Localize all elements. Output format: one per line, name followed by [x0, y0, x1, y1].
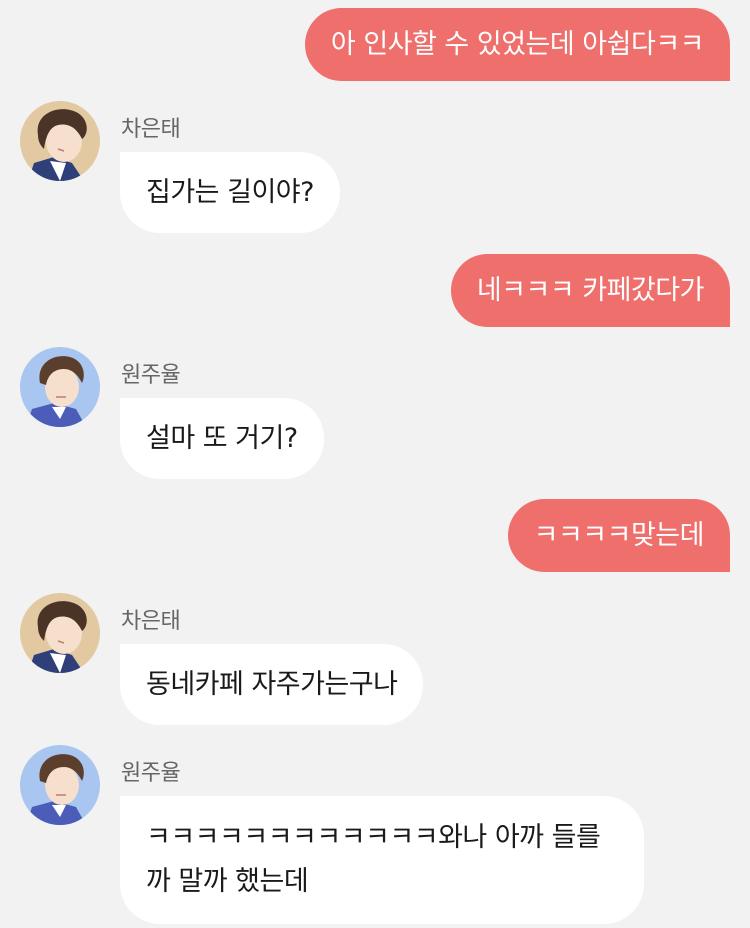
avatar-cha-euntae[interactable]: [20, 593, 100, 673]
sender-name: 차은태: [121, 117, 181, 142]
avatar-won-juyul[interactable]: [20, 745, 100, 825]
curly-hair-avatar-icon: [20, 347, 100, 427]
brown-hair-avatar-icon: [20, 593, 100, 673]
avatar-won-juyul[interactable]: [20, 347, 100, 427]
avatar-cha-euntae[interactable]: [20, 101, 100, 181]
other-message-bubble[interactable]: 동네카페 자주가는구나: [120, 644, 424, 725]
sender-name: 차은태: [121, 609, 181, 634]
brown-hair-avatar-icon: [20, 101, 100, 181]
sender-name: 원주율: [121, 761, 181, 786]
curly-hair-avatar-icon: [20, 745, 100, 825]
sender-name: 원주율: [121, 363, 181, 388]
my-message-bubble[interactable]: ㅋㅋㅋㅋ맞는데: [507, 499, 730, 572]
my-message-bubble[interactable]: 네ㅋㅋㅋ 카페갔다가: [450, 254, 730, 327]
other-message-bubble[interactable]: 집가는 길이야?: [120, 152, 340, 233]
my-message-bubble[interactable]: 아 인사할 수 있었는데 아쉽다ㅋㅋ: [304, 8, 730, 81]
other-message-bubble[interactable]: 설마 또 거기?: [120, 398, 324, 479]
other-message-bubble[interactable]: ㅋㅋㅋㅋㅋㅋㅋㅋㅋㅋㅋㅋ와나 아까 들를까 말까 했는데: [120, 796, 644, 924]
